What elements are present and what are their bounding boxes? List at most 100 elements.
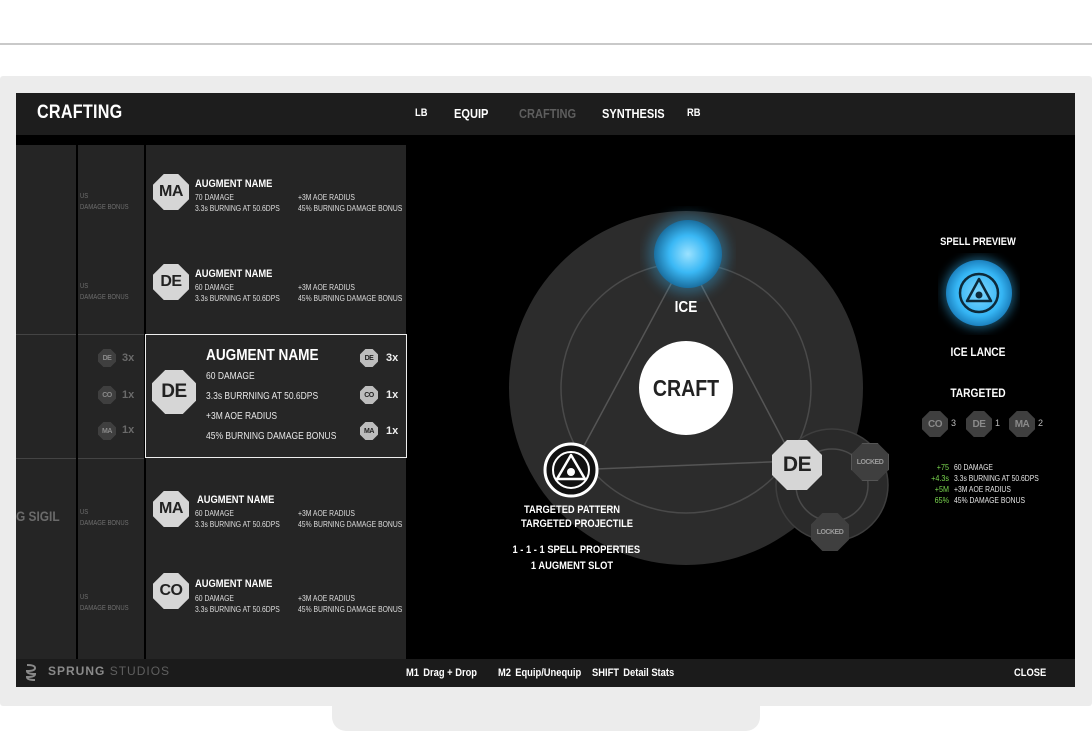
component-count: 3 <box>951 418 957 428</box>
component-count: 3x <box>386 352 399 364</box>
locked-slot[interactable]: LOCKED <box>851 443 889 481</box>
brand-name-2: STUDIOS <box>109 664 171 678</box>
augment-radius: +3M AOE RADIUS <box>298 193 355 202</box>
augment-slots-info: 1 AUGMENT SLOT <box>530 560 614 572</box>
monitor-stand <box>332 705 760 731</box>
component-count: 2 <box>1038 418 1044 428</box>
augment-damage: 60 DAMAGE <box>195 283 234 292</box>
faded-text: US <box>80 283 89 290</box>
hint-action: Equip/Unequip <box>515 667 582 679</box>
hint-action: Detail Stats <box>623 667 675 679</box>
component-count: 1x <box>122 424 135 436</box>
sigil-column <box>16 145 76 687</box>
hint-detail-stats: SHIFT Detail Stats <box>592 667 674 679</box>
augment-damage: 60 DAMAGE <box>195 509 234 518</box>
hint-drag-drop: M1 Drag + Drop <box>406 667 477 679</box>
faded-text: DAMAGE BONUS <box>80 204 129 211</box>
augment-damage: 70 DAMAGE <box>195 193 234 202</box>
spell-preview-icon <box>943 257 1015 329</box>
faded-text: US <box>80 193 89 200</box>
component-count: 1x <box>122 389 135 401</box>
sigil-label: G SIGIL <box>16 508 60 524</box>
augment-bonus: 45% BURNING DAMAGE BONUS <box>298 605 403 614</box>
element-label-ice: ICE <box>674 299 698 316</box>
augment-bonus: 45% BURNING DAMAGE BONUS <box>206 431 337 442</box>
brand-name-1: SPRUNG <box>48 664 106 678</box>
locked-slot[interactable]: LOCKED <box>811 513 849 551</box>
hint-key: M1 <box>406 667 419 679</box>
augment-name: AUGMENT NAME <box>197 494 275 506</box>
augment-badge-icon: DE <box>152 370 196 414</box>
augment-damage: 60 DAMAGE <box>195 594 234 603</box>
augment-burn: 3.3s BURRNING AT 50.6DPS <box>206 391 319 402</box>
augment-burn: 3.3s BURNING AT 50.6DPS <box>195 294 280 303</box>
component-badge-icon: DE <box>360 349 378 367</box>
augment-bonus: 45% BURNING DAMAGE BONUS <box>298 204 403 213</box>
hint-key: M2 <box>498 667 511 679</box>
component-badge-icon: MA <box>98 422 116 440</box>
component-badge-icon: DE <box>98 349 116 367</box>
faded-text: DAMAGE BONUS <box>80 294 129 301</box>
pattern-subtitle: TARGETED PROJECTILE <box>521 518 634 530</box>
tab-crafting[interactable]: CRAFTING <box>519 106 576 121</box>
pattern-title: TARGETED PATTERN <box>523 504 621 516</box>
stat-text: +3M AOE RADIUS <box>954 485 1011 494</box>
component-count: 3x <box>122 352 135 364</box>
augment-radius: +3M AOE RADIUS <box>298 509 355 518</box>
spell-preview-heading: SPELL PREVIEW <box>940 236 1016 248</box>
game-screen: CRAFTING LB EQUIP CRAFTING SYNTHESIS RB … <box>16 93 1075 687</box>
stat-text: 45% DAMAGE BONUS <box>954 496 1026 505</box>
spell-type: TARGETED <box>950 386 1006 400</box>
tab-equip[interactable]: EQUIP <box>454 106 488 121</box>
component-badge-icon: DE <box>966 411 992 437</box>
faded-text: US <box>80 509 89 516</box>
augment-bonus: 45% BURNING DAMAGE BONUS <box>298 520 403 529</box>
pattern-icon-dot <box>567 468 575 476</box>
augment-burn: 3.3s BURNING AT 50.6DPS <box>195 204 280 213</box>
augment-slot-de[interactable]: DE <box>772 440 822 490</box>
component-badge-icon: MA <box>360 422 378 440</box>
top-divider <box>0 43 1092 45</box>
stat-delta: +5M <box>934 485 949 494</box>
stat-delta: +75 <box>936 463 949 472</box>
tab-synthesis[interactable]: SYNTHESIS <box>602 106 665 121</box>
component-badge-icon: CO <box>360 386 378 404</box>
augment-radius: +3M AOE RADIUS <box>298 594 355 603</box>
spell-name: ICE LANCE <box>950 345 1006 359</box>
page-title: CRAFTING <box>37 102 123 123</box>
component-count: 1x <box>386 389 399 401</box>
sprung-logo-icon <box>25 664 37 681</box>
augment-name: AUGMENT NAME <box>195 268 273 280</box>
augment-name: AUGMENT NAME <box>195 178 273 190</box>
hint-action: Drag + Drop <box>423 667 478 679</box>
stat-delta: 65% <box>934 496 949 505</box>
component-count: 1x <box>386 425 399 437</box>
component-badge-icon: CO <box>98 386 116 404</box>
augment-name: AUGMENT NAME <box>195 578 273 590</box>
divider <box>78 334 144 335</box>
footer-bar: SPRUNG STUDIOS M1 Drag + Drop M2 Equip/Une… <box>16 659 1075 687</box>
augment-damage: 60 DAMAGE <box>206 371 255 382</box>
faded-text: DAMAGE BONUS <box>80 605 129 612</box>
brand-name: SPRUNG STUDIOS <box>48 664 170 678</box>
craft-button[interactable]: CRAFT <box>645 375 727 402</box>
left-bumper-button[interactable]: LB <box>415 107 427 119</box>
component-count: 1 <box>995 418 1001 428</box>
faded-text: DAMAGE BONUS <box>80 520 129 527</box>
component-badge-icon: CO <box>922 411 948 437</box>
divider <box>16 458 76 459</box>
hint-key: SHIFT <box>592 667 620 679</box>
divider <box>16 334 76 335</box>
header-bar: CRAFTING LB EQUIP CRAFTING SYNTHESIS RB <box>16 93 1075 135</box>
hint-equip: M2 Equip/Unequip <box>498 667 581 679</box>
close-button[interactable]: CLOSE <box>1014 667 1046 679</box>
selected-augment-card[interactable]: DE AUGMENT NAME 60 DAMAGE 3.3s BURRNING … <box>145 334 407 458</box>
spell-properties: 1 - 1 - 1 SPELL PROPERTIES <box>512 544 641 556</box>
component-badge-icon: MA <box>1009 411 1035 437</box>
augment-badge-icon: CO <box>153 573 189 609</box>
augment-name: AUGMENT NAME <box>206 347 319 364</box>
augment-bonus: 45% BURNING DAMAGE BONUS <box>298 294 403 303</box>
right-bumper-button[interactable]: RB <box>687 107 701 119</box>
augment-radius: +3M AOE RADIUS <box>206 411 278 422</box>
divider <box>78 458 144 459</box>
